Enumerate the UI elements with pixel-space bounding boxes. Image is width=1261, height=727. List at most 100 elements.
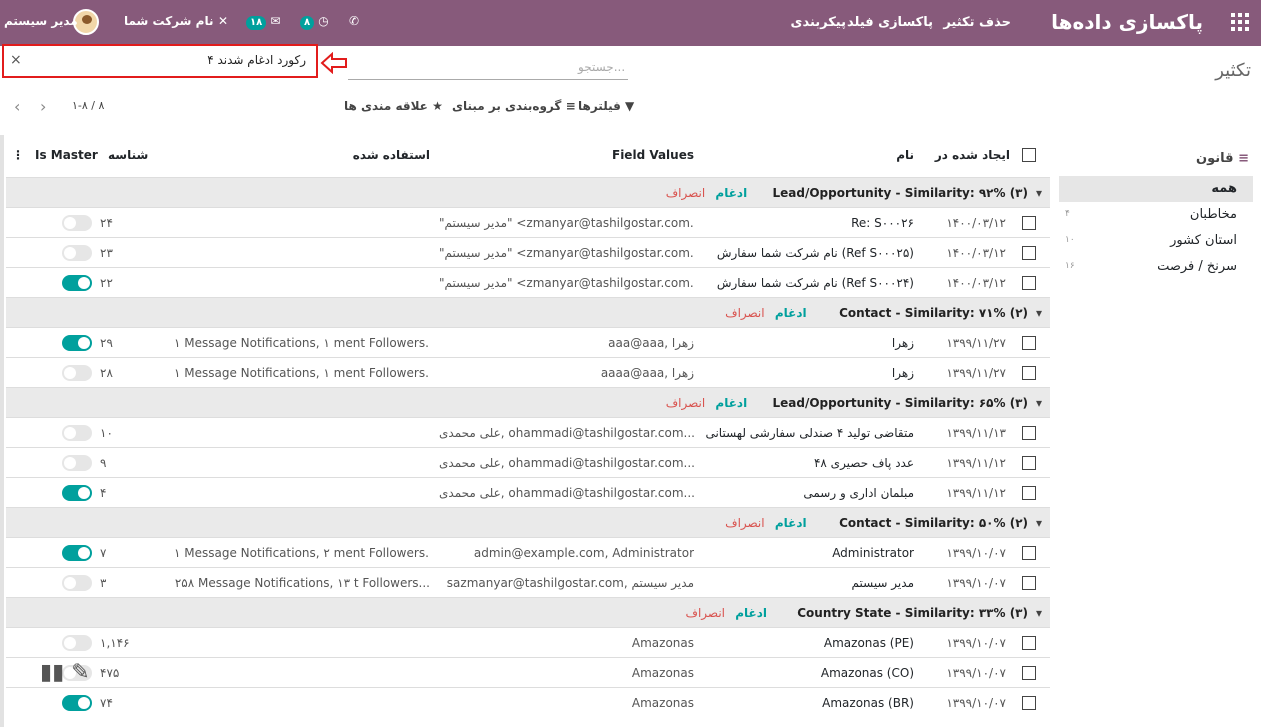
row-checkbox[interactable] — [1022, 576, 1036, 590]
activity-icon[interactable]: ۸ ◷ — [300, 14, 329, 30]
apps-menu-icon[interactable] — [1231, 13, 1249, 31]
col-field-values[interactable]: Field Values — [612, 148, 694, 162]
group-title[interactable]: Contact - Similarity: ۵۰% (۲) — [839, 516, 1028, 530]
table-row[interactable]: ۱۳۹۹/۱۰/۰۷ مدیر سیستم sazmanyar@tashilgost… — [6, 567, 1050, 597]
table-row[interactable]: ۱۴۰۰/۰۳/۱۲ Re: S۰۰۰۲۶ "مدیر سیستم" <zmanya… — [6, 207, 1050, 237]
is-master-toggle[interactable] — [62, 635, 92, 651]
cell-id: ۱,۱۴۶ — [100, 636, 130, 650]
discard-button[interactable]: انصراف — [666, 396, 705, 410]
group-row[interactable]: Lead/Opportunity - Similarity: ۹۲% (۳) ▾ ا… — [6, 177, 1050, 207]
row-checkbox[interactable] — [1022, 666, 1036, 680]
sidebar-item-country-state[interactable]: استان کشور ۱۰ — [1059, 228, 1253, 254]
menu-deduplicate[interactable]: حذف تکثیر — [943, 15, 1011, 30]
is-master-toggle[interactable] — [62, 245, 92, 261]
row-checkbox[interactable] — [1022, 246, 1036, 260]
row-checkbox[interactable] — [1022, 636, 1036, 650]
facet-close-icon[interactable]: × — [10, 52, 22, 68]
filters-button[interactable]: فیلترها ▼ — [578, 99, 634, 113]
app-brand[interactable]: پاکسازی داده‌ها — [1051, 10, 1203, 34]
table-row[interactable]: ۱۴۰۰/۰۳/۱۲ نام شرکت شما سفارش (Ref S۰۰۰۲۴… — [6, 267, 1050, 297]
table-header: ایجاد شده در نام Field Values استفاده شد… — [6, 138, 1050, 176]
is-master-toggle[interactable] — [62, 455, 92, 471]
row-checkbox[interactable] — [1022, 216, 1036, 230]
chevron-right-icon[interactable]: › — [40, 97, 46, 116]
discard-button[interactable]: انصراف — [725, 306, 764, 320]
group-title[interactable]: Contact - Similarity: ۷۱% (۲) — [839, 306, 1028, 320]
watermark-logo: ▮▮ ✎ — [40, 660, 90, 685]
table-row[interactable]: ۱۳۹۹/۱۱/۲۷ زهرا aaa@aaa, زهرا ۱ Message Not… — [6, 327, 1050, 357]
discard-button[interactable]: انصراف — [666, 186, 705, 200]
caret-down-icon[interactable]: ▾ — [1036, 396, 1042, 410]
table-row[interactable]: ۱۳۹۹/۱۱/۲۷ زهرا aaaa@aaa, زهرا ۱ Message No… — [6, 357, 1050, 387]
discard-button[interactable]: انصراف — [686, 606, 725, 620]
row-checkbox[interactable] — [1022, 426, 1036, 440]
pager-value[interactable]: ۱-۸ / ۸ — [72, 99, 104, 112]
is-master-toggle[interactable] — [62, 335, 92, 351]
table-row[interactable]: ۱۳۹۹/۱۰/۰۷ Administrator admin@example.com… — [6, 537, 1050, 567]
row-checkbox[interactable] — [1022, 696, 1036, 710]
select-all-checkbox[interactable] — [1022, 148, 1036, 162]
scrollbar[interactable] — [0, 135, 4, 727]
row-checkbox[interactable] — [1022, 366, 1036, 380]
is-master-toggle[interactable] — [62, 575, 92, 591]
caret-down-icon[interactable]: ▾ — [1036, 186, 1042, 200]
rule-sidebar: قانون ≡ همه مخاطبان ۴ استان کشور ۱۰ سرنخ /… — [1055, 135, 1261, 727]
col-is-master[interactable]: Is Master — [35, 148, 98, 162]
merge-button[interactable]: ادغام — [715, 396, 747, 410]
sidebar-item-contacts[interactable]: مخاطبان ۴ — [1059, 202, 1253, 228]
row-checkbox[interactable] — [1022, 276, 1036, 290]
merge-button[interactable]: ادغام — [775, 306, 807, 320]
group-title[interactable]: Lead/Opportunity - Similarity: ۹۲% (۳) — [772, 186, 1028, 200]
row-checkbox[interactable] — [1022, 336, 1036, 350]
company-switcher[interactable]: نام شرکت شما — [124, 14, 213, 28]
chevron-left-icon[interactable]: ‹ — [14, 97, 20, 116]
search-facet[interactable]: × ۴ رکورد ادغام شدند — [2, 44, 318, 78]
caret-down-icon[interactable]: ▾ — [1036, 306, 1042, 320]
caret-down-icon[interactable]: ▾ — [1036, 606, 1042, 620]
merge-button[interactable]: ادغام — [735, 606, 767, 620]
groupby-button[interactable]: گروه‌بندی بر مبنای ≡ — [452, 99, 576, 113]
merge-button[interactable]: ادغام — [715, 186, 747, 200]
col-name[interactable]: نام — [896, 148, 914, 162]
list-icon: ≡ — [1238, 151, 1249, 166]
is-master-toggle[interactable] — [62, 485, 92, 501]
is-master-toggle[interactable] — [62, 425, 92, 441]
col-id[interactable]: شناسه — [108, 148, 148, 162]
group-row[interactable]: Country State - Similarity: ۳۳% (۳) ▾ ادغا… — [6, 597, 1050, 627]
messages-icon[interactable]: ۱۸ ✉ — [246, 14, 280, 30]
sidebar-item-lead[interactable]: سرنخ / فرصت ۱۶ — [1059, 254, 1253, 280]
favorites-button[interactable]: علاقه مندی ها ★ — [344, 99, 443, 113]
group-title[interactable]: Country State - Similarity: ۳۳% (۳) — [797, 606, 1028, 620]
table-row[interactable]: ۱۳۹۹/۱۱/۱۳ متقاضی تولید ۴ صندلی سفارشی له… — [6, 417, 1050, 447]
menu-configuration[interactable]: پیکربندی — [791, 15, 846, 30]
is-master-toggle[interactable] — [62, 275, 92, 291]
column-options-icon[interactable]: ⋮ — [12, 148, 24, 162]
is-master-toggle[interactable] — [62, 215, 92, 231]
table-row[interactable]: ۱۴۰۰/۰۳/۱۲ نام شرکت شما سفارش (Ref S۰۰۰۲۵… — [6, 237, 1050, 267]
menu-field-cleaning[interactable]: پاکسازی فیلد — [847, 15, 933, 30]
row-checkbox[interactable] — [1022, 486, 1036, 500]
group-row[interactable]: Contact - Similarity: ۷۱% (۲) ▾ ادغام انصرا… — [6, 297, 1050, 327]
is-master-toggle[interactable] — [62, 545, 92, 561]
col-created[interactable]: ایجاد شده در — [935, 148, 1010, 162]
group-row[interactable]: Lead/Opportunity - Similarity: ۶۵% (۳) ▾ ا… — [6, 387, 1050, 417]
user-menu[interactable]: مدیر سیستم — [4, 14, 78, 28]
cell-id: ۷ — [100, 546, 107, 560]
table-row[interactable]: ۱۳۹۹/۱۱/۱۲ ۴۸ عدد پاف حصیری علی محمدی, oha… — [6, 447, 1050, 477]
table-row[interactable]: ۱۳۹۹/۱۰/۰۷ Amazonas (PE) Amazonas ۱,۱۴۶ — [6, 627, 1050, 657]
sidebar-item-all[interactable]: همه — [1059, 176, 1253, 202]
caret-down-icon[interactable]: ▾ — [1036, 516, 1042, 530]
cell-id: ۹ — [100, 456, 107, 470]
row-checkbox[interactable] — [1022, 546, 1036, 560]
group-title[interactable]: Lead/Opportunity - Similarity: ۶۵% (۳) — [772, 396, 1028, 410]
merge-button[interactable]: ادغام — [775, 516, 807, 530]
phone-icon[interactable]: ✆ — [349, 14, 359, 28]
table-row[interactable]: ۱۳۹۹/۱۱/۱۲ مبلمان اداری و رسمی علی محمدی, … — [6, 477, 1050, 507]
debug-icon[interactable]: ✕ — [218, 14, 228, 28]
group-row[interactable]: Contact - Similarity: ۵۰% (۲) ▾ ادغام انصرا… — [6, 507, 1050, 537]
is-master-toggle[interactable] — [62, 365, 92, 381]
row-checkbox[interactable] — [1022, 456, 1036, 470]
col-used-in[interactable]: استفاده شده — [353, 148, 430, 162]
search-input[interactable] — [348, 79, 628, 80]
discard-button[interactable]: انصراف — [725, 516, 764, 530]
